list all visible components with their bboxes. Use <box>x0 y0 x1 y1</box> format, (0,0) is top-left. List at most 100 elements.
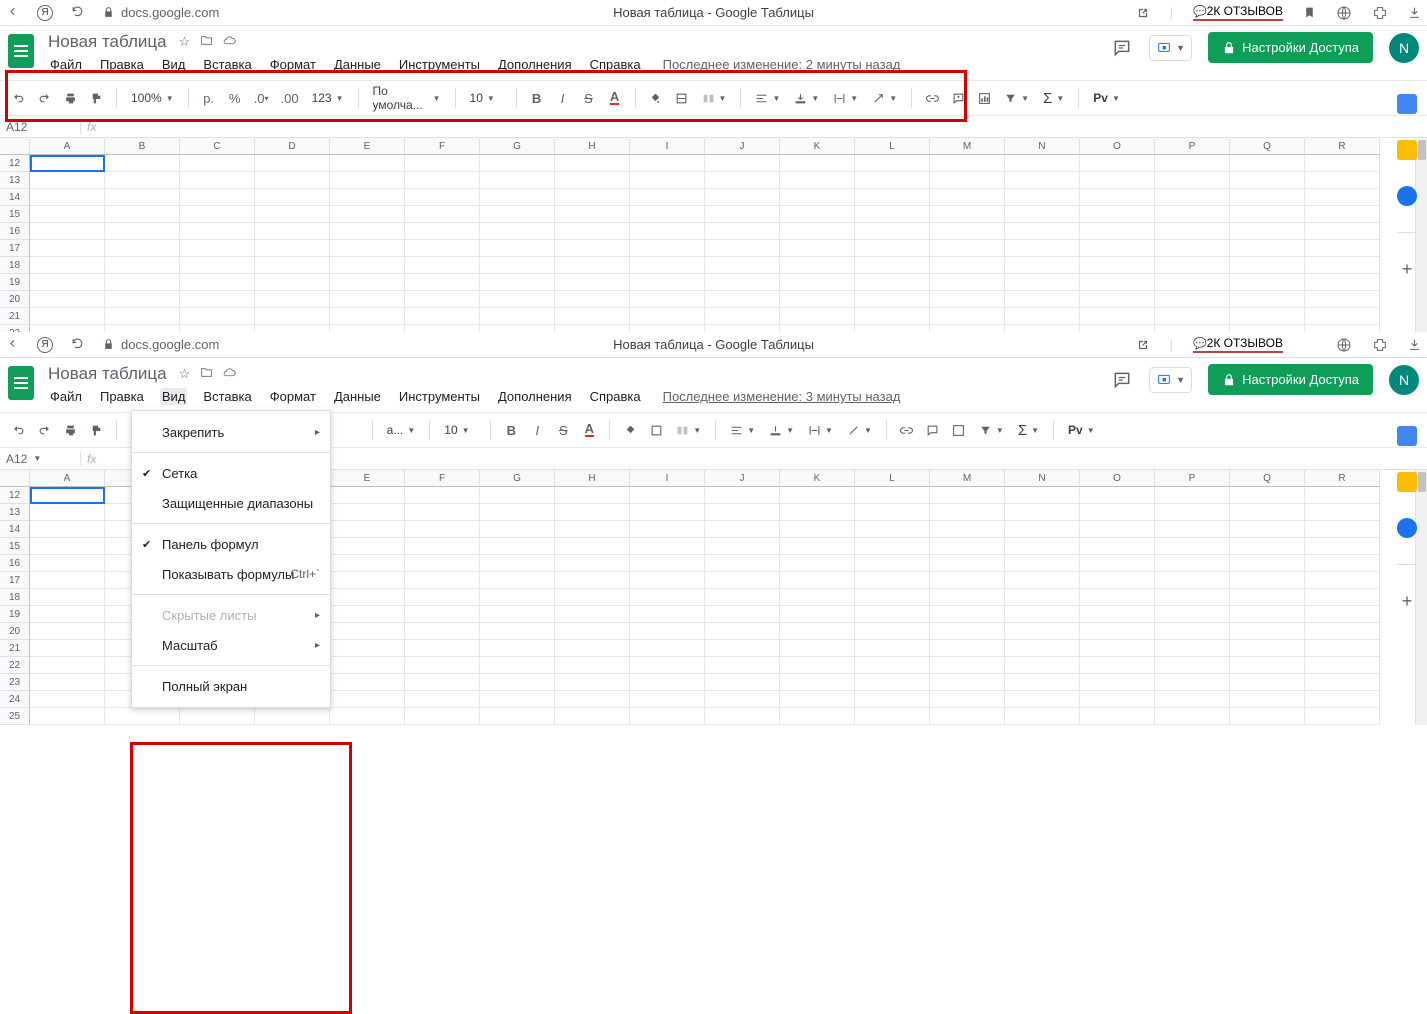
cell[interactable] <box>1305 308 1380 325</box>
cell[interactable] <box>1155 189 1230 206</box>
cell[interactable] <box>555 572 630 589</box>
cell[interactable] <box>780 223 855 240</box>
cell[interactable] <box>480 708 555 725</box>
cell[interactable] <box>705 708 780 725</box>
cell[interactable] <box>480 274 555 291</box>
cell[interactable] <box>705 623 780 640</box>
cell[interactable] <box>1230 606 1305 623</box>
rotate-select[interactable]: ▼ <box>843 424 876 437</box>
cell[interactable] <box>480 155 555 172</box>
cell[interactable] <box>630 206 705 223</box>
cell[interactable] <box>1155 555 1230 572</box>
cell[interactable] <box>705 538 780 555</box>
borders-icon[interactable] <box>646 418 666 442</box>
font-select[interactable]: По умолча...▼ <box>369 84 445 112</box>
cell[interactable] <box>855 623 930 640</box>
cell[interactable] <box>780 155 855 172</box>
cell[interactable] <box>930 274 1005 291</box>
textcolor-btn[interactable]: A <box>605 86 625 110</box>
cell[interactable] <box>930 223 1005 240</box>
cell[interactable] <box>480 589 555 606</box>
cell[interactable] <box>1080 691 1155 708</box>
column-header[interactable]: L <box>855 138 930 155</box>
cell[interactable] <box>555 691 630 708</box>
cell[interactable] <box>405 240 480 257</box>
cell[interactable] <box>705 657 780 674</box>
row-header[interactable]: 18 <box>0 257 30 274</box>
cell[interactable] <box>405 257 480 274</box>
cell[interactable] <box>1005 291 1080 308</box>
cell[interactable] <box>1005 206 1080 223</box>
cell[interactable] <box>1305 572 1380 589</box>
cell[interactable] <box>105 708 180 725</box>
menu-help[interactable]: Справка <box>588 388 643 405</box>
cell[interactable] <box>255 708 330 725</box>
cell[interactable] <box>330 308 405 325</box>
fillcolor-icon[interactable] <box>646 86 666 110</box>
cell[interactable] <box>705 504 780 521</box>
cell[interactable] <box>630 691 705 708</box>
cell[interactable] <box>930 257 1005 274</box>
cell[interactable] <box>1005 589 1080 606</box>
cell[interactable] <box>30 504 105 521</box>
column-header[interactable]: K <box>780 470 855 487</box>
column-header[interactable]: G <box>480 138 555 155</box>
cell[interactable] <box>630 155 705 172</box>
cell[interactable] <box>630 623 705 640</box>
row-header[interactable]: 20 <box>0 291 30 308</box>
paint-icon[interactable] <box>86 418 106 442</box>
view-zoom[interactable]: Масштаб▸ <box>132 630 330 660</box>
cell[interactable] <box>855 487 930 504</box>
percent-btn[interactable]: % <box>225 86 245 110</box>
translate-icon[interactable] <box>1336 337 1352 353</box>
cell[interactable] <box>30 155 105 172</box>
cell[interactable] <box>255 240 330 257</box>
cell[interactable] <box>1005 521 1080 538</box>
cell[interactable] <box>1230 708 1305 725</box>
cell[interactable] <box>855 189 930 206</box>
move-icon[interactable] <box>200 366 213 379</box>
cell[interactable] <box>780 240 855 257</box>
cell[interactable] <box>780 257 855 274</box>
add-addon-icon[interactable]: + <box>1402 591 1413 612</box>
nav-back-icon[interactable] <box>6 337 19 353</box>
comment-icon[interactable] <box>948 86 968 110</box>
cell[interactable] <box>1005 674 1080 691</box>
cell[interactable] <box>30 291 105 308</box>
cell[interactable] <box>180 172 255 189</box>
cell[interactable] <box>930 172 1005 189</box>
column-header[interactable]: P <box>1155 138 1230 155</box>
link-icon[interactable] <box>922 86 942 110</box>
row-header[interactable]: 15 <box>0 206 30 223</box>
row-header[interactable]: 21 <box>0 640 30 657</box>
cell[interactable] <box>480 223 555 240</box>
cell[interactable] <box>1230 308 1305 325</box>
row-header[interactable]: 19 <box>0 606 30 623</box>
cell[interactable] <box>555 674 630 691</box>
view-protected-ranges[interactable]: Защищенные диапазоны <box>132 488 330 518</box>
cell[interactable] <box>480 606 555 623</box>
cell[interactable] <box>330 708 405 725</box>
cell[interactable] <box>1230 223 1305 240</box>
cell[interactable] <box>1155 606 1230 623</box>
avatar[interactable]: N <box>1389 365 1419 395</box>
cell[interactable] <box>330 189 405 206</box>
comments-icon[interactable] <box>1111 370 1133 390</box>
cell[interactable] <box>630 521 705 538</box>
share-button[interactable]: Настройки Доступа <box>1208 32 1373 63</box>
cell[interactable] <box>1005 155 1080 172</box>
column-header[interactable]: P <box>1155 470 1230 487</box>
cell[interactable] <box>555 223 630 240</box>
cell[interactable] <box>630 240 705 257</box>
cell[interactable] <box>1080 640 1155 657</box>
cell[interactable] <box>255 189 330 206</box>
cell[interactable] <box>705 572 780 589</box>
filter-select[interactable]: ▼ <box>1000 92 1033 105</box>
cell[interactable] <box>1305 155 1380 172</box>
cell[interactable] <box>1230 274 1305 291</box>
keep-icon[interactable] <box>1397 472 1417 492</box>
cell[interactable] <box>1155 223 1230 240</box>
cell[interactable] <box>30 223 105 240</box>
spreadsheet-grid[interactable]: ABCDEFGHIJKLMNOPQR 121314151617181920212… <box>0 138 1427 343</box>
row-header[interactable]: 17 <box>0 572 30 589</box>
